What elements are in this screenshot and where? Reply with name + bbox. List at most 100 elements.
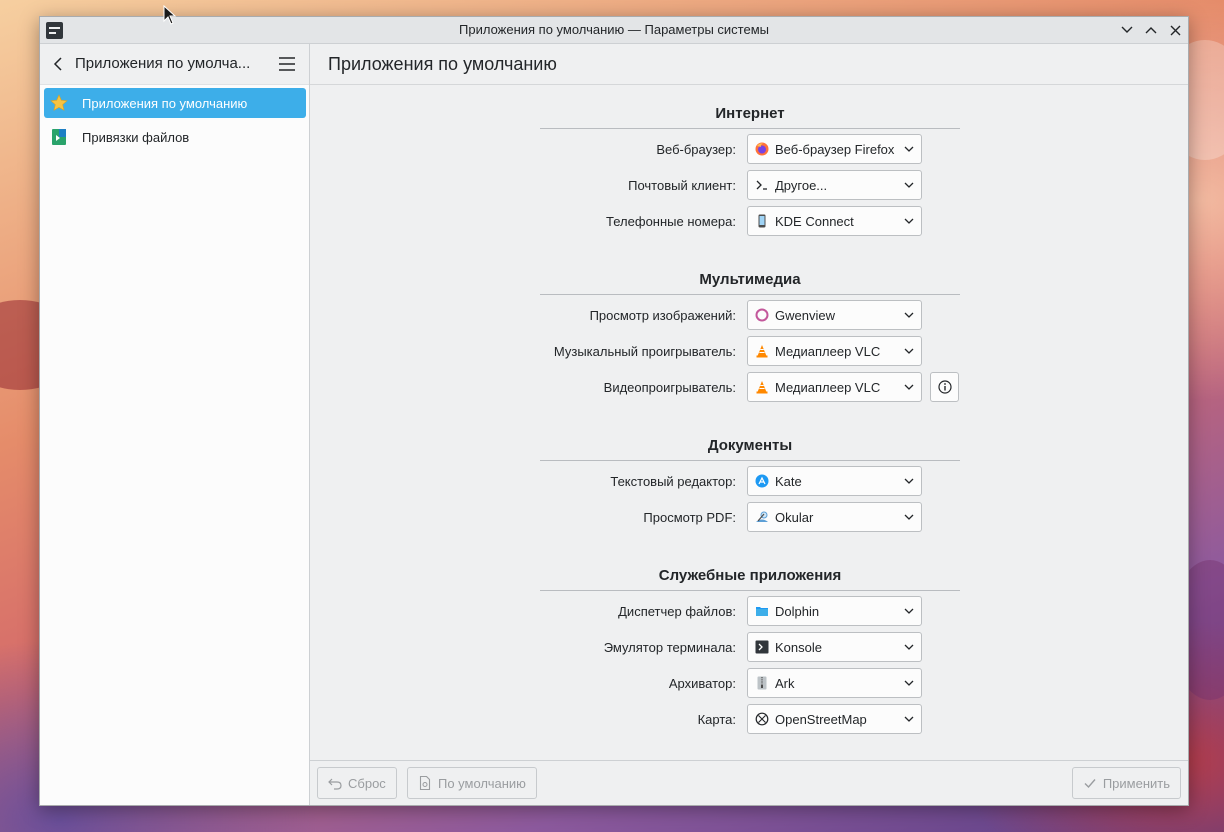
music-player-label: Музыкальный проигрыватель:: [553, 344, 736, 359]
chevron-down-icon: [900, 178, 918, 192]
phone-numbers-value: KDE Connect: [775, 213, 854, 229]
chevron-down-icon: [900, 474, 918, 488]
chevron-up-icon: [1145, 27, 1157, 34]
section-title-multimedia: Мультимедиа: [699, 271, 801, 288]
chevron-down-icon: [900, 214, 918, 228]
section-title-documents: Документы: [707, 437, 793, 454]
chevron-down-icon: [900, 142, 918, 156]
okular-icon: [755, 510, 769, 524]
text-editor-combobox[interactable]: Kate: [747, 466, 922, 496]
konsole-icon: [755, 640, 769, 654]
chevron-down-icon: [900, 676, 918, 690]
info-icon: [937, 380, 952, 394]
video-player-info-button[interactable]: [930, 372, 959, 402]
ark-icon: [755, 676, 769, 690]
video-player-label: Видеопроигрыватель:: [603, 380, 736, 395]
vlc-icon: [755, 380, 769, 394]
apply-button-label: Применить: [1102, 775, 1170, 791]
image-viewer-combobox[interactable]: Gwenview: [747, 300, 922, 330]
sidebar: Приложения по умолча... Приложения по ум…: [40, 44, 310, 805]
section-title-utilities: Служебные приложения: [658, 567, 842, 584]
pdf-viewer-combobox[interactable]: Okular: [747, 502, 922, 532]
text-editor-value: Kate: [775, 473, 802, 489]
archiver-value: Ark: [775, 675, 795, 691]
image-viewer-label: Просмотр изображений:: [589, 308, 736, 323]
sidebar-item-label: Привязки файлов: [82, 129, 190, 145]
page-title: Приложения по умолчанию: [328, 54, 557, 74]
web-browser-combobox[interactable]: Веб-браузер Firefox: [747, 134, 922, 164]
terminal-emulator-value: Konsole: [775, 639, 822, 655]
file-manager-label: Диспетчер файлов:: [618, 604, 736, 619]
file-manager-combobox[interactable]: Dolphin: [747, 596, 922, 626]
reset-button[interactable]: Сброс: [317, 767, 397, 799]
email-client-label: Почтовый клиент:: [628, 178, 736, 193]
chevron-left-icon: [53, 57, 62, 71]
kate-icon: [755, 474, 769, 488]
undo-icon: [328, 776, 342, 790]
phone-icon: [755, 214, 769, 228]
map-combobox[interactable]: OpenStreetMap: [747, 704, 922, 734]
dolphin-folder-icon: [755, 604, 769, 618]
terminal-prompt-icon: [755, 178, 769, 192]
sidebar-item-label: Приложения по умолчанию: [82, 95, 248, 111]
star-icon: [50, 94, 68, 112]
mouse-cursor-icon: [163, 5, 177, 25]
map-icon: [755, 712, 769, 726]
page-header: Приложения по умолчанию: [310, 44, 1188, 85]
apply-button[interactable]: Применить: [1071, 767, 1181, 799]
section-title-internet: Интернет: [715, 105, 785, 122]
music-player-combobox[interactable]: Медиаплеер VLC: [747, 336, 922, 366]
email-client-combobox[interactable]: Другое...: [747, 170, 922, 200]
video-player-combobox[interactable]: Медиаплеер VLC: [747, 372, 922, 402]
sidebar-item-file-associations[interactable]: Привязки файлов: [44, 122, 306, 152]
checkmark-icon: [1083, 776, 1097, 790]
archiver-label: Архиватор:: [668, 676, 736, 691]
web-browser-value: Веб-браузер Firefox: [775, 141, 895, 157]
chevron-down-icon: [900, 380, 918, 394]
chevron-down-icon: [900, 640, 918, 654]
sidebar-item-default-applications[interactable]: Приложения по умолчанию: [44, 88, 306, 118]
section-divider: [540, 294, 960, 295]
back-button[interactable]: [50, 55, 68, 73]
archiver-combobox[interactable]: Ark: [747, 668, 922, 698]
hamburger-menu-button[interactable]: [278, 56, 296, 72]
music-player-value: Медиаплеер VLC: [775, 343, 881, 359]
minimize-button[interactable]: [1118, 21, 1136, 39]
close-button[interactable]: [1166, 21, 1184, 39]
footer-bar: Сброс По умолчанию Применить: [310, 760, 1188, 805]
title-bar[interactable]: Приложения по умолчанию — Параметры сист…: [40, 17, 1188, 44]
close-icon: [1170, 25, 1180, 35]
image-viewer-value: Gwenview: [775, 307, 835, 323]
phone-numbers-combobox[interactable]: KDE Connect: [747, 206, 922, 236]
hamburger-icon: [279, 57, 295, 71]
web-browser-label: Веб-браузер:: [656, 142, 736, 157]
terminal-emulator-combobox[interactable]: Konsole: [747, 632, 922, 662]
pdf-viewer-value: Okular: [775, 509, 814, 525]
phone-numbers-label: Телефонные номера:: [606, 214, 736, 229]
chevron-down-icon: [900, 712, 918, 726]
chevron-down-icon: [900, 510, 918, 524]
file-associations-icon: [50, 128, 68, 146]
maximize-button[interactable]: [1142, 21, 1160, 39]
video-player-value: Медиаплеер VLC: [775, 379, 881, 395]
settings-window: Приложения по умолчанию — Параметры сист…: [39, 16, 1189, 806]
defaults-button[interactable]: По умолчанию: [407, 767, 537, 799]
section-divider: [540, 590, 960, 591]
section-divider: [540, 460, 960, 461]
firefox-icon: [755, 142, 769, 156]
section-divider: [540, 128, 960, 129]
pdf-viewer-label: Просмотр PDF:: [643, 510, 736, 525]
reset-button-label: Сброс: [348, 775, 386, 791]
file-manager-value: Dolphin: [775, 603, 820, 619]
window-title: Приложения по умолчанию — Параметры сист…: [459, 22, 769, 37]
map-value: OpenStreetMap: [775, 711, 867, 727]
settings-content: Интернет Веб-браузер: Веб-браузер Firefo…: [310, 85, 1188, 760]
map-label: Карта:: [697, 712, 736, 727]
gwenview-icon: [755, 308, 769, 322]
sidebar-title: Приложения по умолча...: [75, 55, 251, 72]
chevron-down-icon: [1121, 26, 1133, 33]
text-editor-label: Текстовый редактор:: [610, 474, 736, 489]
chevron-down-icon: [900, 604, 918, 618]
chevron-down-icon: [900, 344, 918, 358]
email-client-value: Другое...: [775, 177, 828, 193]
